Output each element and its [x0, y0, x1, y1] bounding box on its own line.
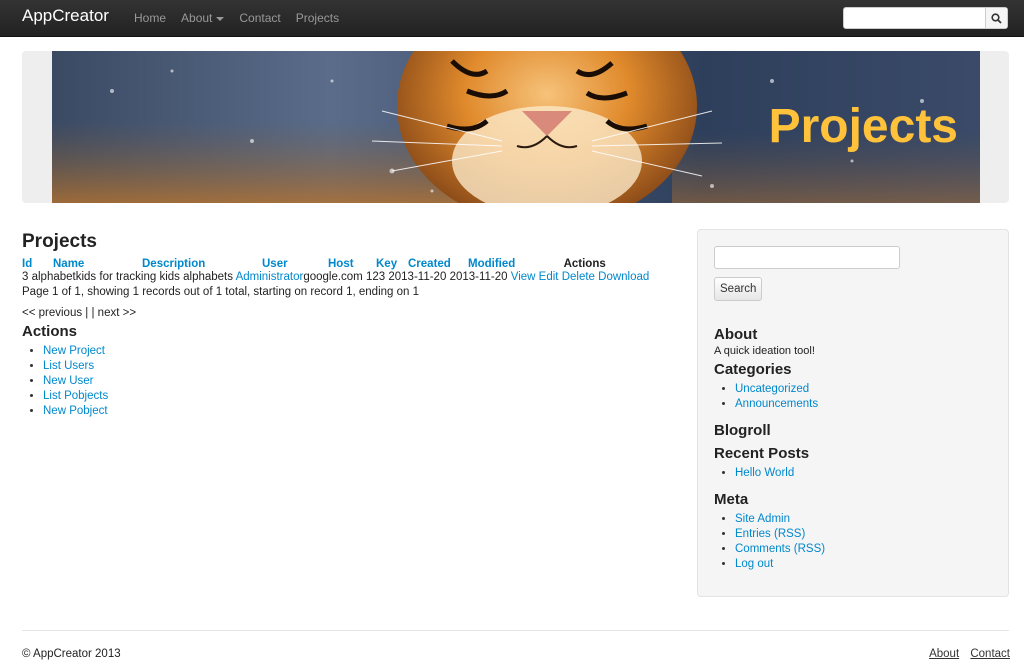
- previous-link[interactable]: << previous: [22, 307, 82, 319]
- navbar: AppCreator Home About Contact Projects: [0, 0, 1024, 37]
- cell-modified: 2013-11-20: [449, 271, 508, 283]
- page-title: Projects: [22, 231, 97, 252]
- pager: << previous | | next >>: [22, 307, 662, 319]
- footer-about-link[interactable]: About: [929, 648, 959, 660]
- list-item: List Pobjects: [43, 389, 662, 404]
- pagination-info: Page 1 of 1, showing 1 records out of 1 …: [22, 286, 420, 298]
- pager-separator: | |: [82, 307, 98, 319]
- entries-rss-link[interactable]: Entries (RSS): [735, 528, 805, 540]
- sidebar-search-button[interactable]: Search: [714, 277, 763, 301]
- new-user-link[interactable]: New User: [43, 375, 93, 387]
- table-row: 3 alphabetkids for tracking kids alphabe…: [22, 270, 649, 283]
- navbar-search: [843, 7, 1008, 29]
- sidebar-search-input[interactable]: [714, 246, 900, 269]
- site-admin-link[interactable]: Site Admin: [735, 513, 790, 525]
- navbar-search-button[interactable]: [985, 8, 1007, 28]
- col-user-header[interactable]: User: [262, 258, 328, 270]
- blogroll-heading: Blogroll: [714, 422, 771, 439]
- cell-user-link[interactable]: Administrator: [236, 271, 304, 283]
- list-item: Hello World: [735, 466, 994, 481]
- category-uncategorized-link[interactable]: Uncategorized: [735, 383, 809, 395]
- projects-table: Id Name Description User Host Key Create…: [22, 258, 649, 283]
- nav-contact[interactable]: Contact: [239, 11, 280, 25]
- cell-id: 3: [22, 271, 29, 283]
- list-item: List Users: [43, 359, 662, 374]
- col-modified-header[interactable]: Modified: [468, 258, 524, 270]
- new-project-link[interactable]: New Project: [43, 345, 105, 357]
- about-heading: About: [714, 326, 758, 343]
- footer-contact-link[interactable]: Contact: [970, 648, 1010, 660]
- recent-posts-heading: Recent Posts: [714, 445, 810, 462]
- list-item: New Pobject: [43, 404, 662, 419]
- col-key-header[interactable]: Key: [376, 258, 408, 270]
- col-name-header[interactable]: Name: [53, 258, 142, 270]
- new-pobject-link[interactable]: New Pobject: [43, 405, 108, 417]
- footer-divider: [22, 630, 1009, 631]
- recent-posts-list: Hello World: [714, 466, 994, 481]
- list-item: Entries (RSS): [735, 527, 994, 542]
- log-out-link[interactable]: Log out: [735, 558, 773, 570]
- about-text: A quick ideation tool!: [714, 345, 815, 357]
- hero-banner: Projects: [52, 51, 980, 203]
- brand-link[interactable]: AppCreator: [22, 6, 109, 26]
- categories-heading: Categories: [714, 361, 792, 378]
- nav-links: Home About Contact Projects: [134, 11, 354, 25]
- table-row-cells: 3 alphabetkids for tracking kids alphabe…: [22, 270, 649, 283]
- cell-key: 123: [365, 271, 386, 283]
- nav-home[interactable]: Home: [134, 11, 166, 25]
- meta-heading: Meta: [714, 491, 749, 508]
- delete-link[interactable]: Delete: [562, 271, 595, 283]
- sidebar-widgets: About A quick ideation tool! Categories …: [714, 326, 994, 580]
- nav-about-dropdown[interactable]: About: [181, 11, 225, 25]
- cell-created: 2013-11-20: [388, 271, 447, 283]
- search-icon: [991, 12, 1002, 24]
- list-item: Log out: [735, 557, 994, 572]
- footer-links: About Contact: [921, 648, 1010, 660]
- navbar-search-input[interactable]: [846, 10, 988, 28]
- categories-list: Uncategorized Announcements: [714, 382, 994, 412]
- actions-list: New Project List Users New User List Pob…: [22, 344, 662, 419]
- list-item: Uncategorized: [735, 382, 994, 397]
- copyright-text: © AppCreator 2013: [22, 648, 121, 660]
- nav-projects[interactable]: Projects: [296, 11, 339, 25]
- list-pobjects-link[interactable]: List Pobjects: [43, 390, 108, 402]
- cell-host: google.com: [303, 271, 363, 283]
- chevron-down-icon: [216, 16, 225, 21]
- nav-about-label: About: [181, 11, 213, 25]
- comments-rss-link[interactable]: Comments (RSS): [735, 543, 825, 555]
- actions-heading: Actions: [22, 323, 78, 340]
- edit-link[interactable]: Edit: [539, 271, 559, 283]
- cell-name: alphabetkids: [31, 271, 97, 283]
- col-created-header[interactable]: Created: [408, 258, 468, 270]
- col-host-header[interactable]: Host: [328, 258, 376, 270]
- list-item: Comments (RSS): [735, 542, 994, 557]
- col-id-header[interactable]: Id: [22, 258, 53, 270]
- sidebar: Search About A quick ideation tool! Cate…: [697, 229, 1009, 597]
- cell-description: for tracking kids alphabets: [99, 271, 233, 283]
- view-link[interactable]: View: [511, 271, 536, 283]
- download-link[interactable]: Download: [598, 271, 649, 283]
- col-actions-header: Actions: [563, 258, 606, 270]
- category-announcements-link[interactable]: Announcements: [735, 398, 818, 410]
- next-link[interactable]: next >>: [98, 307, 136, 319]
- table-header-row: Id Name Description User Host Key Create…: [22, 258, 649, 270]
- hero-title: Projects: [768, 100, 958, 153]
- meta-list: Site Admin Entries (RSS) Comments (RSS) …: [714, 512, 994, 572]
- list-item: Site Admin: [735, 512, 994, 527]
- recent-post-link[interactable]: Hello World: [735, 467, 794, 479]
- col-description-header[interactable]: Description: [142, 258, 262, 270]
- list-users-link[interactable]: List Users: [43, 360, 94, 372]
- list-item: New Project: [43, 344, 662, 359]
- list-item: Announcements: [735, 397, 994, 412]
- list-item: New User: [43, 374, 662, 389]
- main-content: Projects Id Name Description User Host K…: [22, 231, 662, 419]
